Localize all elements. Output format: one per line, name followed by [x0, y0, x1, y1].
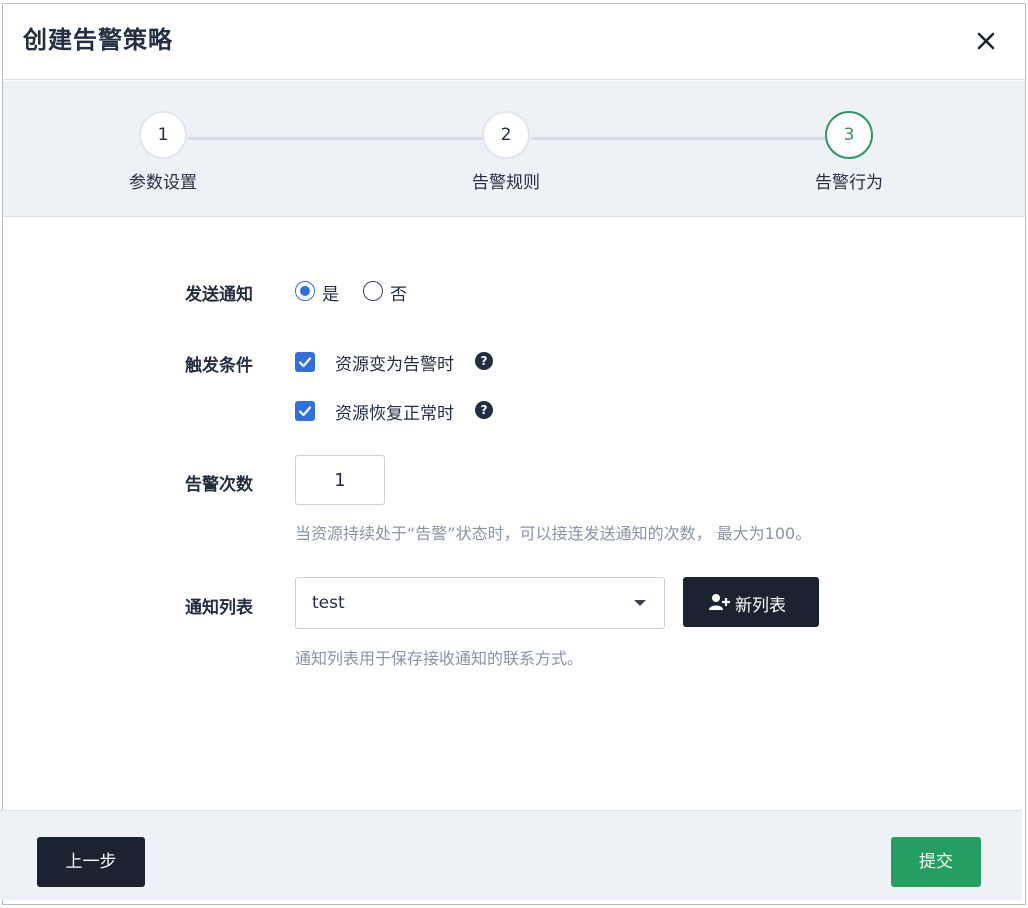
send-notification-yes-label[interactable]: 是	[322, 280, 339, 305]
step-label: 参数设置	[129, 173, 197, 193]
notification-list-select[interactable]: test	[295, 577, 665, 629]
step-number: 3	[825, 111, 873, 159]
steps-progress: 1 参数设置 2 告警规则 3 告警行为	[3, 81, 1025, 217]
previous-step-button[interactable]: 上一步	[37, 837, 145, 887]
notification-list-value: test	[312, 593, 345, 613]
new-list-label: 新列表	[735, 596, 786, 616]
step-3: 3 告警行为	[779, 111, 919, 193]
caret-down-icon	[634, 600, 646, 606]
trigger-recover-label[interactable]: 资源恢复正常时	[335, 399, 454, 424]
trigger-conditions-label: 触发条件	[185, 356, 253, 376]
add-user-icon	[709, 593, 731, 616]
modal-footer: 上一步 提交	[0, 810, 1022, 900]
close-icon[interactable]	[973, 28, 999, 54]
new-list-button[interactable]: 新列表	[683, 577, 819, 627]
step-label: 告警规则	[472, 173, 540, 193]
submit-button[interactable]: 提交	[891, 837, 981, 887]
create-alert-policy-modal: 创建告警策略 1 参数设置 2 告警规则 3 告警行为	[2, 3, 1026, 905]
trigger-recover-checkbox[interactable]	[295, 401, 315, 421]
send-notification-no-radio[interactable]	[363, 281, 383, 301]
notification-list-label: 通知列表	[185, 598, 253, 618]
send-notification-yes-radio[interactable]	[295, 281, 315, 301]
modal-title: 创建告警策略	[23, 26, 173, 54]
help-icon[interactable]: ?	[475, 352, 493, 370]
alert-count-label: 告警次数	[185, 475, 253, 495]
step-1: 1 参数设置	[93, 111, 233, 193]
trigger-alert-checkbox[interactable]	[295, 352, 315, 372]
step-number: 1	[139, 111, 187, 159]
alert-count-input[interactable]	[295, 455, 385, 505]
send-notification-no-label[interactable]: 否	[390, 280, 407, 305]
step-2: 2 告警规则	[436, 111, 576, 193]
notification-list-hint: 通知列表用于保存接收通知的联系方式。	[295, 649, 584, 668]
step-label: 告警行为	[815, 173, 883, 193]
send-notification-label: 发送通知	[185, 285, 253, 305]
trigger-alert-label[interactable]: 资源变为告警时	[335, 350, 454, 375]
modal-header: 创建告警策略	[3, 4, 1025, 80]
help-icon[interactable]: ?	[475, 401, 493, 419]
step-number: 2	[482, 111, 530, 159]
alert-count-hint: 当资源持续处于“告警”状态时，可以接连发送通知的次数， 最大为100。	[295, 524, 812, 543]
